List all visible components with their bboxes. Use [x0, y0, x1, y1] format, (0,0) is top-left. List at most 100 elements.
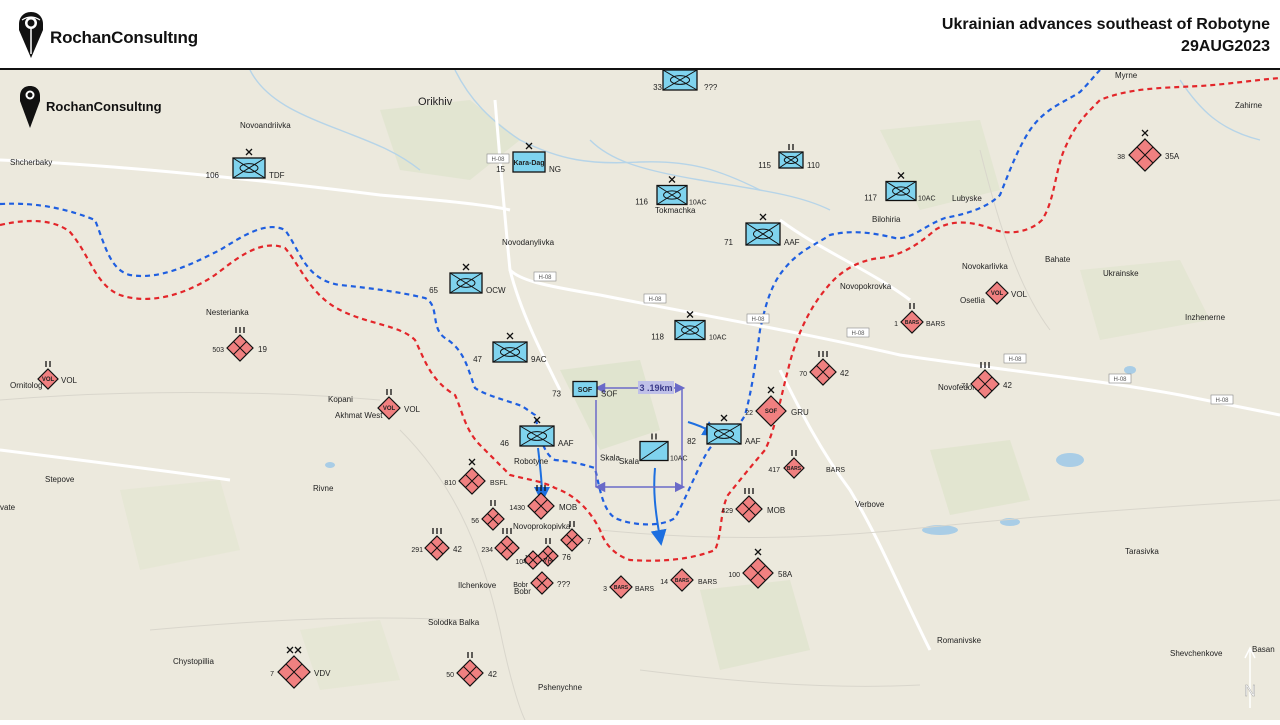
- town-label: Verbove: [855, 500, 885, 509]
- ru-unit-number: 50: [446, 672, 454, 679]
- town-label: Shcherbaky: [10, 158, 52, 167]
- ru-unit-number: 417: [768, 467, 780, 474]
- ru-unit-number: 3: [603, 586, 607, 593]
- ua-unit-name: NG: [549, 165, 561, 174]
- ua-unit-number: 46: [500, 439, 509, 448]
- ru-unit-name: 42: [488, 670, 497, 679]
- town-label: Nesterianka: [206, 308, 249, 317]
- road-shield-label: H-08: [491, 157, 505, 163]
- road-shield-label: H-08: [751, 317, 765, 323]
- ru-unit-number: 234: [481, 547, 493, 554]
- ru-unit-name: BARS: [826, 467, 845, 474]
- ru-unit-name: 19: [258, 345, 267, 354]
- ua-unit-name: SOF: [601, 390, 618, 399]
- ru-unit-name: ???: [557, 580, 571, 589]
- ru-unit-name: BARS: [926, 321, 945, 328]
- header-brand-text: RochanConsultıng: [50, 28, 198, 47]
- ru-unit-name: 42: [453, 545, 462, 554]
- town-label: Ukrainske: [1103, 269, 1139, 278]
- ua-unit-number: 47: [473, 355, 482, 364]
- town-label: Ornitolog: [10, 381, 42, 390]
- ua-unit-number: 73: [552, 390, 561, 399]
- ua-unit-name: TDF: [269, 171, 285, 180]
- town-label: Skala: [619, 457, 640, 466]
- ru-unit-name: MOB: [559, 503, 577, 512]
- ua-unit-number: Skala: [600, 454, 621, 463]
- ua-unit-name: 110: [807, 161, 820, 170]
- road-shield: H-08: [1210, 394, 1234, 405]
- town-label: Robotyne: [514, 457, 549, 466]
- ru-unit-inner-label: BARS: [787, 466, 802, 472]
- road-shield: H-08: [533, 271, 557, 282]
- road-shield: H-08: [1003, 353, 1027, 364]
- town-label: Inzhenerne: [1185, 313, 1226, 322]
- header-title-block: Ukrainian advances southeast of Robotyne…: [942, 14, 1270, 58]
- road-shield: H-08: [643, 293, 667, 304]
- town-label: Novopokrovka: [840, 282, 892, 291]
- ua-unit-name: ???: [704, 83, 718, 92]
- ru-unit-number: Bobr: [513, 582, 528, 589]
- ru-unit-inner-label: SOF: [765, 409, 778, 415]
- town-label: Bahate: [1045, 255, 1071, 264]
- town-label: vate: [0, 503, 16, 512]
- header-bar: RochanConsultıng Ukrainian advances sout…: [0, 0, 1280, 70]
- ru-unit-number: 22: [745, 410, 753, 417]
- ru-unit-name: 35A: [1165, 152, 1180, 161]
- ua-unit-number: 118: [651, 333, 664, 342]
- town-label: Novoandriivka: [240, 121, 291, 130]
- ru-unit-number: 38: [1117, 154, 1125, 161]
- ru-unit-name: 76: [562, 553, 571, 562]
- ru-unit-inner-label: BARS: [614, 585, 629, 591]
- road-shield-label: H-08: [1113, 377, 1127, 383]
- ru-unit-inner-label: BARS: [675, 578, 690, 584]
- town-label: Solodka Balka: [428, 618, 480, 627]
- ru-unit-name: 7: [587, 537, 592, 546]
- ru-unit-number: 291: [411, 547, 423, 554]
- ru-unit-number: 429: [721, 508, 733, 515]
- town-label: Novodanylivka: [502, 238, 555, 247]
- ua-unit-number: 116: [635, 198, 648, 207]
- road-shield: H-08: [486, 153, 510, 164]
- ru-unit-inner-label: VOL: [42, 377, 55, 383]
- town-label: Basan: [1252, 645, 1275, 654]
- ru-unit-number: 104: [515, 559, 527, 566]
- ru-unit-name: VOL: [61, 376, 78, 385]
- ru-unit-number: 71: [961, 383, 969, 390]
- ru-unit-inner-label: BARS: [905, 320, 920, 326]
- ua-unit-name: 10AC: [689, 200, 707, 207]
- ua-unit-number: 106: [206, 171, 220, 180]
- ru-unit-number: 1430: [509, 505, 525, 512]
- ru-unit-name: 58A: [778, 570, 793, 579]
- ua-unit-name: AAF: [745, 437, 761, 446]
- ua-unit-inner-label: Kara-Dag: [513, 160, 544, 167]
- ru-unit-number: 100: [728, 572, 740, 579]
- map-date: 29AUG2023: [1181, 38, 1270, 55]
- map-area[interactable]: 3 .19km H-08 H-08 H-08 H-08 H-08 H-08 H-08 H-08…: [0, 60, 1280, 721]
- road-shield: H-08: [746, 313, 770, 324]
- ua-unit-name: 10AC: [918, 196, 936, 203]
- town-label: Ilchenkove: [458, 581, 497, 590]
- ru-unit-number: 503: [212, 347, 224, 354]
- town-label: Orikhiv: [418, 96, 453, 108]
- ua-unit-name: OCW: [486, 286, 506, 295]
- ru-unit-number: 1: [894, 321, 898, 328]
- map-brand-text: RochanConsultıng: [46, 99, 162, 114]
- road-shield-label: H-08: [648, 297, 662, 303]
- header-brand: RochanConsultıng: [16, 10, 198, 60]
- town-label: Romanivske: [937, 636, 982, 645]
- ru-unit-number: 56: [471, 518, 479, 525]
- town-label: Stepove: [45, 475, 75, 484]
- ua-unit-name: 9AC: [531, 355, 547, 364]
- road-shield: H-08: [1108, 373, 1132, 384]
- town-label: Zahirne: [1235, 101, 1263, 110]
- town-label: Novoprokopivka: [513, 522, 571, 531]
- ru-unit-number: 70: [799, 371, 807, 378]
- ua-unit-number: 15: [496, 165, 505, 174]
- ua-unit-number: 33: [653, 83, 662, 92]
- town-label: Myrne: [1115, 71, 1138, 80]
- ua-unit-number: 65: [429, 286, 438, 295]
- ru-unit-name: VOL: [1011, 290, 1028, 299]
- ua-unit-name: 10AC: [670, 456, 688, 463]
- town-label: Rivne: [313, 484, 334, 493]
- town-label: Lubyske: [952, 194, 982, 203]
